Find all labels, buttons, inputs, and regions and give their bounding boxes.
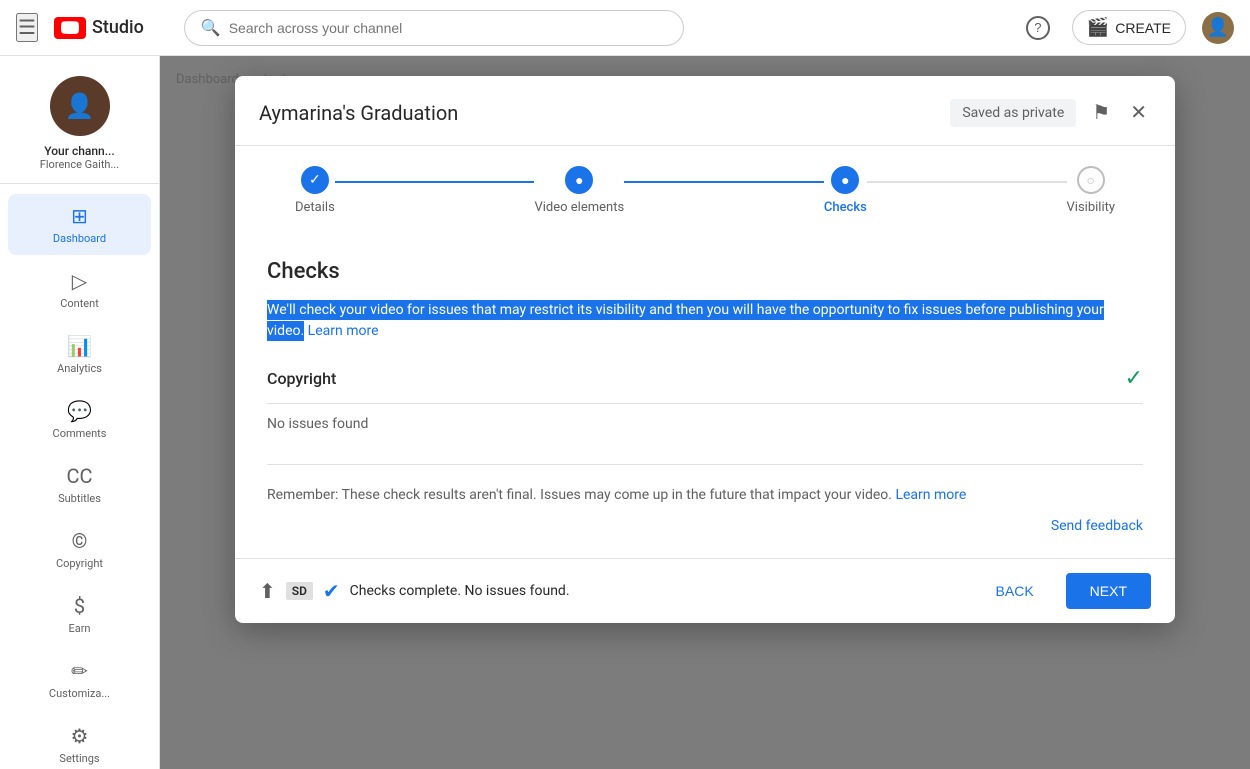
footer-right: BACK NEXT	[976, 573, 1151, 609]
channel-avatar: 👤	[50, 76, 110, 136]
sidebar-item-label: Settings	[59, 752, 99, 765]
step-video-elements: ● Video elements	[534, 166, 624, 215]
sidebar-item-comments[interactable]: 💬 Comments	[8, 389, 151, 450]
sidebar-item-subtitles[interactable]: CC Subtitles	[8, 454, 151, 515]
topbar: ☰ Studio 🔍 ? 🎬 CREATE 👤	[0, 0, 1250, 56]
sidebar-item-label: Copyright	[56, 557, 103, 570]
step-visibility-label: Visibility	[1067, 200, 1116, 215]
search-bar[interactable]: 🔍	[184, 10, 684, 46]
info-text: We'll check your video for issues that m…	[267, 300, 1143, 342]
dashboard-icon: ⊞	[71, 204, 88, 228]
checks-title: Checks	[267, 259, 1143, 284]
sidebar-item-dashboard[interactable]: ⊞ Dashboard	[8, 194, 151, 255]
reminder-text: Remember: These check results aren't fin…	[267, 485, 1143, 506]
create-button[interactable]: 🎬 CREATE	[1072, 10, 1186, 45]
sidebar-item-label: Dashboard	[53, 232, 106, 245]
analytics-icon: 📊	[67, 334, 92, 358]
copyright-section: Copyright ✓ No issues found	[267, 366, 1143, 444]
customization-icon: ✏	[71, 659, 88, 683]
modal-overlay: Aymarina's Graduation Saved as private ⚑…	[160, 56, 1250, 769]
sidebar-item-label: Customiza...	[49, 687, 110, 700]
copyright-check-icon: ✓	[1125, 366, 1143, 391]
topbar-left: ☰ Studio	[16, 13, 144, 42]
sidebar-item-settings[interactable]: ⚙ Settings	[8, 714, 151, 769]
send-feedback-link[interactable]: Send feedback	[267, 518, 1143, 534]
sidebar-item-label: Content	[60, 297, 99, 310]
modal-header: Aymarina's Graduation Saved as private ⚑…	[235, 76, 1175, 146]
save-icon-button[interactable]: ⚑	[1088, 96, 1114, 129]
main-content: Dashboard content... Aymarina's Graduati…	[160, 56, 1250, 769]
content-icon: ▷	[72, 269, 87, 293]
learn-more-link-2[interactable]: Learn more	[895, 487, 966, 503]
sd-badge: SD	[286, 582, 313, 600]
copyright-icon: ©	[72, 529, 88, 553]
sidebar-item-content[interactable]: ▷ Content	[8, 259, 151, 320]
sidebar: 👤 Your chann... Florence Gaith... ⊞ Dash…	[0, 56, 160, 769]
modal-header-right: Saved as private ⚑ ✕	[950, 96, 1151, 129]
close-icon: ✕	[1130, 100, 1147, 125]
help-button[interactable]: ?	[1020, 10, 1056, 46]
back-button[interactable]: BACK	[976, 575, 1054, 607]
step-checks-circle: ●	[831, 166, 859, 194]
stepper-steps: ✓ Details ● Video elements ●	[295, 166, 1115, 215]
step-details: ✓ Details	[295, 166, 335, 215]
step-visibility: ○ Visibility	[1067, 166, 1116, 215]
logo: Studio	[54, 17, 144, 39]
youtube-logo-icon	[54, 17, 86, 39]
upload-icon[interactable]: ⬆	[259, 579, 276, 603]
no-issues-text: No issues found	[267, 404, 1143, 444]
learn-more-link-1[interactable]: Learn more	[308, 323, 379, 339]
sidebar-item-earn[interactable]: $ Earn	[8, 584, 151, 645]
channel-sub: Florence Gaith...	[40, 158, 119, 171]
upload-modal: Aymarina's Graduation Saved as private ⚑…	[235, 76, 1175, 623]
help-icon: ?	[1026, 16, 1050, 40]
connector-2	[624, 181, 824, 183]
modal-title: Aymarina's Graduation	[259, 101, 458, 125]
create-icon: 🎬	[1087, 17, 1109, 38]
connector-1	[335, 181, 535, 183]
modal-footer: ⬆ SD ✔ Checks complete. No issues found.…	[235, 558, 1175, 623]
stepper: ✓ Details ● Video elements ●	[235, 146, 1175, 235]
flag-icon: ⚑	[1092, 100, 1110, 125]
step-video-label: Video elements	[534, 200, 624, 215]
copyright-header: Copyright ✓	[267, 366, 1143, 404]
sidebar-item-label: Subtitles	[58, 492, 101, 505]
sidebar-item-copyright[interactable]: © Copyright	[8, 519, 151, 580]
step-video-circle: ●	[565, 166, 593, 194]
step-details-circle: ✓	[301, 166, 329, 194]
step-checks-label: Checks	[824, 200, 867, 215]
menu-button[interactable]: ☰	[16, 13, 38, 42]
sidebar-item-customization[interactable]: ✏ Customiza...	[8, 649, 151, 710]
search-input[interactable]	[229, 20, 667, 36]
saved-badge: Saved as private	[950, 99, 1076, 127]
earn-icon: $	[74, 594, 85, 618]
next-button[interactable]: NEXT	[1066, 573, 1151, 609]
search-icon: 🔍	[201, 18, 221, 37]
channel-info: 👤 Your chann... Florence Gaith...	[0, 64, 159, 184]
modal-body: Checks We'll check your video for issues…	[235, 235, 1175, 558]
step-checks: ● Checks	[824, 166, 867, 215]
close-modal-button[interactable]: ✕	[1126, 96, 1151, 129]
logo-text: Studio	[92, 17, 144, 38]
step-visibility-circle: ○	[1077, 166, 1105, 194]
sidebar-item-label: Analytics	[57, 362, 102, 375]
copyright-title: Copyright	[267, 369, 336, 388]
settings-icon: ⚙	[71, 724, 89, 748]
sidebar-item-label: Earn	[68, 622, 90, 635]
sidebar-item-label: Comments	[53, 427, 107, 440]
layout: 👤 Your chann... Florence Gaith... ⊞ Dash…	[0, 56, 1250, 769]
topbar-right: ? 🎬 CREATE 👤	[1020, 10, 1234, 46]
comments-icon: 💬	[67, 399, 92, 423]
channel-name: Your chann...	[44, 144, 114, 158]
check-circle-icon: ✔	[323, 579, 340, 603]
footer-left: ⬆ SD ✔ Checks complete. No issues found.	[259, 579, 570, 603]
sidebar-item-analytics[interactable]: 📊 Analytics	[8, 324, 151, 385]
avatar[interactable]: 👤	[1202, 12, 1234, 44]
footer-status: Checks complete. No issues found.	[350, 583, 570, 599]
connector-3	[867, 181, 1067, 183]
divider	[267, 464, 1143, 465]
subtitles-icon: CC	[66, 464, 92, 488]
step-details-label: Details	[295, 200, 335, 215]
